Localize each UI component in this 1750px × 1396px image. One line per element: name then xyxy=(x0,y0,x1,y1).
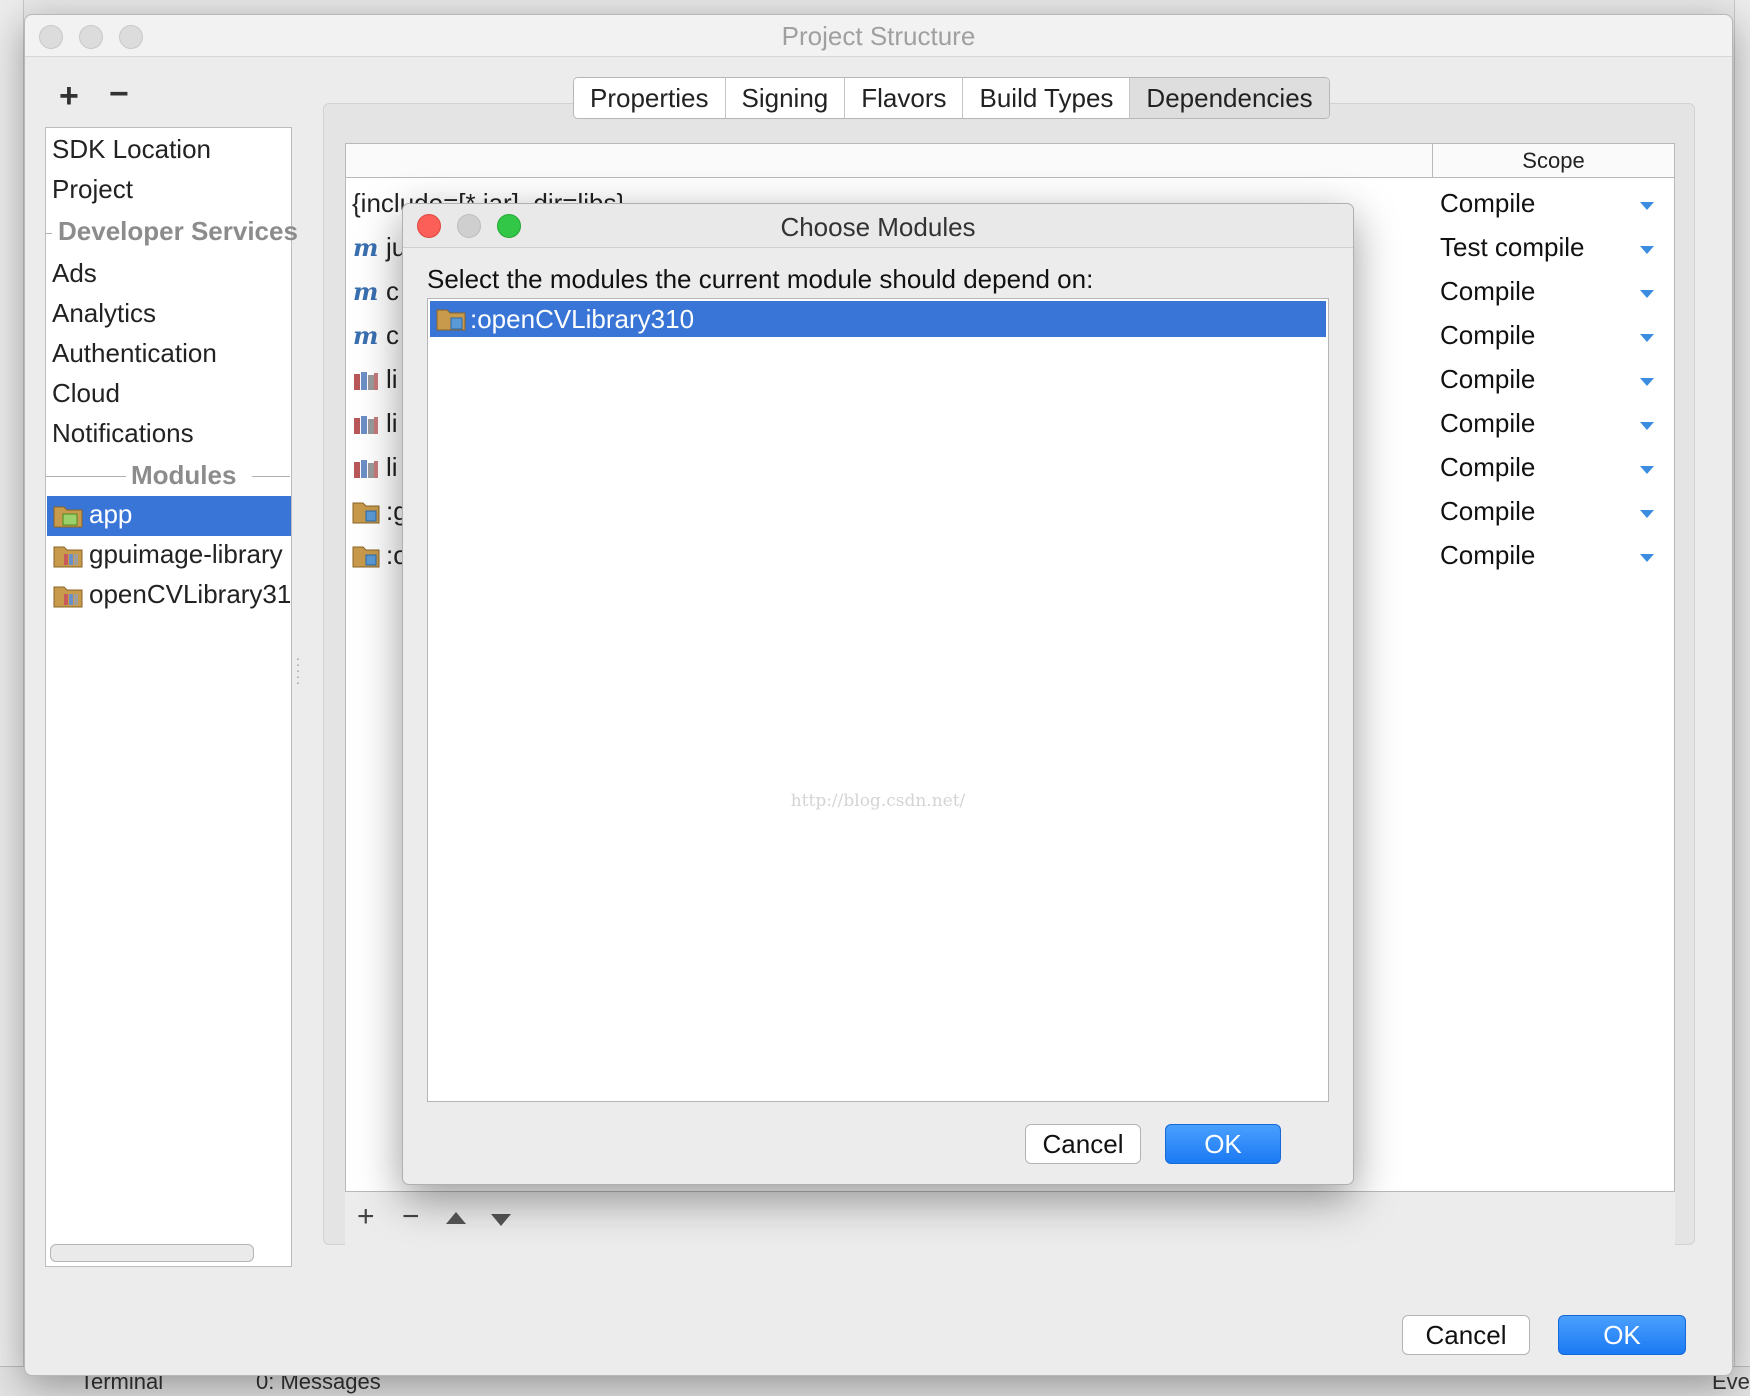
module-choice-label: :openCVLibrary310 xyxy=(470,304,695,334)
chevron-down-icon[interactable] xyxy=(1640,378,1654,386)
library-module-icon xyxy=(53,546,83,568)
cancel-button[interactable]: Cancel xyxy=(1402,1315,1530,1355)
nav-item-label: gpuimage-library xyxy=(89,539,283,569)
chevron-down-icon[interactable] xyxy=(1640,466,1654,474)
maven-icon: m xyxy=(353,236,378,260)
dialog-titlebar: Choose Modules xyxy=(403,204,1353,248)
library-icon xyxy=(354,416,378,434)
modules-header: Modules xyxy=(131,460,237,490)
module-folder-icon xyxy=(352,502,380,524)
nav-section-rule xyxy=(46,476,126,477)
android-module-icon xyxy=(53,506,83,528)
nav-horizontal-scrollbar[interactable] xyxy=(50,1244,254,1262)
dialog-ok-button[interactable]: OK xyxy=(1165,1124,1281,1164)
module-folder-icon xyxy=(436,309,466,331)
nav-item-opencvlibrary310[interactable]: openCVLibrary310 xyxy=(47,576,291,616)
svg-text:m: m xyxy=(353,324,378,348)
move-up-icon[interactable] xyxy=(446,1212,466,1224)
chevron-down-icon[interactable] xyxy=(1640,554,1654,562)
library-module-icon xyxy=(53,586,83,608)
window-title: Project Structure xyxy=(781,21,976,51)
tab-signing[interactable]: Signing xyxy=(725,78,846,118)
maven-icon: m xyxy=(353,280,378,304)
tab-properties[interactable]: Properties xyxy=(574,78,726,118)
nav-item-sdk-location[interactable]: SDK Location xyxy=(52,134,211,165)
nav-item-gpuimage-library[interactable]: gpuimage-library xyxy=(47,536,291,576)
add-button[interactable]: + xyxy=(59,79,79,113)
maven-icon: m xyxy=(353,324,378,348)
dependency-name: li xyxy=(386,408,398,438)
nav-item-cloud[interactable]: Cloud xyxy=(52,378,120,409)
nav-section-rule xyxy=(46,233,52,234)
module-choice-list: :openCVLibrary310 http://blog.csdn.net/ xyxy=(427,298,1329,1102)
scope-dropdown-value[interactable]: Compile xyxy=(1440,320,1535,351)
remove-dependency-button[interactable]: − xyxy=(402,1202,420,1232)
chevron-down-icon[interactable] xyxy=(1640,290,1654,298)
module-folder-icon xyxy=(352,546,380,568)
chevron-down-icon[interactable] xyxy=(1640,422,1654,430)
scope-dropdown-value[interactable]: Compile xyxy=(1440,452,1535,483)
splitter-handle[interactable]: · · · · · xyxy=(294,651,302,691)
svg-text:m: m xyxy=(353,280,378,304)
nav-item-app[interactable]: app xyxy=(47,496,291,536)
watermark-text: http://blog.csdn.net/ xyxy=(790,791,966,811)
tab-flavors[interactable]: Flavors xyxy=(845,78,964,118)
choose-modules-dialog: Choose Modules Select the modules the cu… xyxy=(402,203,1354,1185)
remove-button[interactable]: − xyxy=(109,77,129,111)
module-settings-tabs: Properties Signing Flavors Build Types D… xyxy=(573,77,1330,119)
dependency-name: li xyxy=(386,364,398,394)
dialog-title: Choose Modules xyxy=(780,212,976,242)
module-choice-item[interactable]: :openCVLibrary310 xyxy=(430,301,1326,337)
background-left-strip xyxy=(0,0,24,1396)
nav-item-project[interactable]: Project xyxy=(52,174,133,205)
scope-dropdown-value[interactable]: Compile xyxy=(1440,276,1535,307)
add-dependency-button[interactable]: + xyxy=(357,1202,375,1232)
nav-item-ads[interactable]: Ads xyxy=(52,258,97,289)
settings-nav-list: SDK Location Project Developer Services … xyxy=(45,127,298,1267)
scope-column-header[interactable]: Scope xyxy=(1432,144,1674,178)
nav-item-label: openCVLibrary310 xyxy=(89,579,291,609)
move-down-icon[interactable] xyxy=(491,1214,511,1226)
background-right-strip xyxy=(1734,0,1750,1396)
scope-dropdown-value[interactable]: Compile xyxy=(1440,364,1535,395)
library-icon xyxy=(354,372,378,390)
dependencies-toolbar: + − xyxy=(345,1191,1675,1247)
chevron-down-icon[interactable] xyxy=(1640,334,1654,342)
svg-text:m: m xyxy=(353,236,378,260)
chevron-down-icon[interactable] xyxy=(1640,246,1654,254)
nav-item-authentication[interactable]: Authentication xyxy=(52,338,217,369)
dependency-name: c xyxy=(386,276,399,306)
scope-dropdown-value[interactable]: Compile xyxy=(1440,540,1535,571)
scope-dropdown-value[interactable]: Compile xyxy=(1440,188,1535,219)
library-icon xyxy=(354,460,378,478)
scope-dropdown-value[interactable]: Test compile xyxy=(1440,232,1585,263)
chevron-down-icon[interactable] xyxy=(1640,202,1654,210)
dependency-name: li xyxy=(386,452,398,482)
developer-services-header: Developer Services xyxy=(58,216,298,246)
window-titlebar: Project Structure xyxy=(25,15,1732,57)
tab-dependencies[interactable]: Dependencies xyxy=(1130,78,1329,118)
nav-item-analytics[interactable]: Analytics xyxy=(52,298,156,329)
dialog-prompt: Select the modules the current module sh… xyxy=(427,264,1094,294)
scope-dropdown-value[interactable]: Compile xyxy=(1440,408,1535,439)
dependency-name: c xyxy=(386,320,399,350)
nav-section-rule xyxy=(252,476,290,477)
tab-build-types[interactable]: Build Types xyxy=(963,78,1131,118)
table-header: Scope xyxy=(346,144,1674,178)
nav-item-notifications[interactable]: Notifications xyxy=(52,418,194,449)
scope-dropdown-value[interactable]: Compile xyxy=(1440,496,1535,527)
dialog-cancel-button[interactable]: Cancel xyxy=(1025,1124,1141,1164)
ok-button[interactable]: OK xyxy=(1558,1315,1686,1355)
chevron-down-icon[interactable] xyxy=(1640,510,1654,518)
nav-item-label: app xyxy=(89,499,133,529)
